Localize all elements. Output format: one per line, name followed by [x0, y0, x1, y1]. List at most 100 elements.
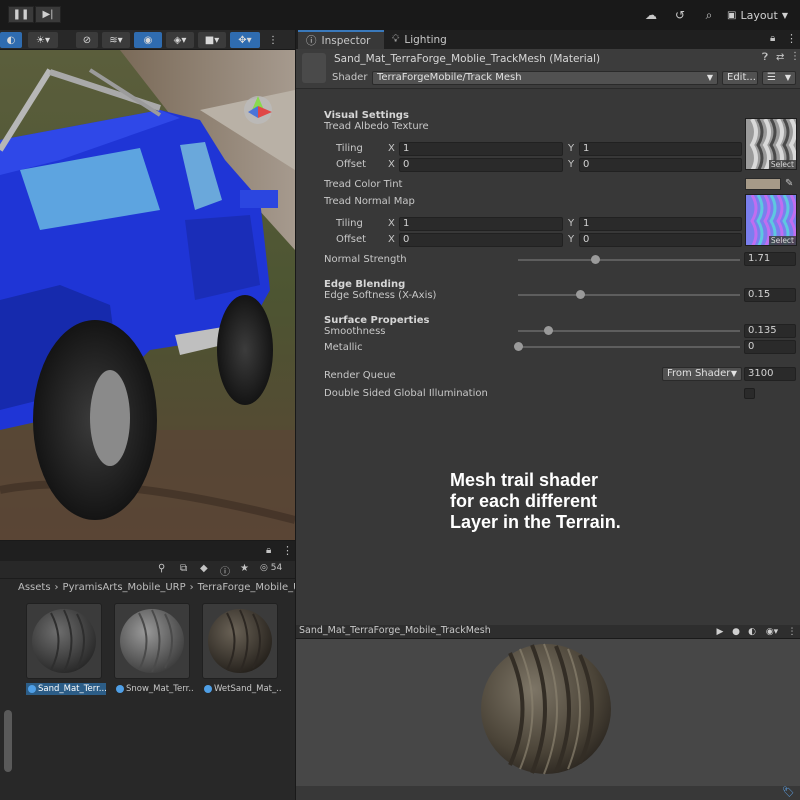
hidden-count[interactable]: ◎ 54 — [260, 563, 282, 573]
help-icon[interactable]: ❓︎ — [762, 52, 768, 63]
effects-icon: ◈▾ — [173, 34, 187, 46]
tint-color-swatch[interactable] — [745, 178, 781, 190]
history-button[interactable]: ↺ — [672, 7, 688, 23]
breadcrumb-item[interactable]: TerraForge_Mobile_UR — [198, 582, 295, 593]
search-type-icon[interactable]: ⧉ — [180, 563, 187, 574]
asset-tile[interactable]: Snow_Mat_Terr... — [114, 603, 194, 695]
asset-tile[interactable]: WetSand_Mat_... — [202, 603, 282, 695]
light-button[interactable]: ☀▾ — [28, 32, 58, 48]
step-button[interactable]: ▶| — [35, 6, 61, 23]
edge-softness-label: Edge Softness (X-Axis) — [324, 290, 437, 301]
x-label: X — [388, 234, 395, 245]
double-sided-gi-checkbox[interactable] — [744, 388, 755, 399]
slider-knob[interactable] — [590, 255, 600, 264]
scene-viewport[interactable] — [0, 50, 295, 540]
smoothness-field[interactable]: 0.135 — [744, 324, 796, 338]
normal-strength-slider[interactable] — [518, 259, 740, 261]
inspector-panel: ⓘ Inspector 💡︎ Lighting 🔒︎ ⋮ Sand_Mat_Te… — [296, 30, 800, 625]
layout-dropdown[interactable]: ▣ Layout ▼ — [727, 6, 788, 24]
edit-shader-button[interactable]: Edit... — [722, 71, 758, 85]
tab-inspector[interactable]: ⓘ Inspector — [298, 30, 384, 49]
albedo-offset-x-field[interactable]: 0 — [399, 158, 563, 172]
kebab-icon[interactable]: ⋮ — [786, 32, 797, 45]
y-label: Y — [568, 218, 575, 229]
preset-icon[interactable]: ⇄ — [776, 52, 784, 63]
shader-dropdown[interactable]: TerraForgeMobile/Track Mesh ▼ — [372, 71, 718, 85]
hidden-count-value: 54 — [270, 563, 283, 573]
warning-icon[interactable]: ⓘ — [220, 563, 230, 578]
normal-strength-field[interactable]: 1.71 — [744, 252, 796, 266]
shader-menu-button[interactable]: ☰ ▼ — [762, 71, 796, 85]
section-edge-blending: Edge Blending — [324, 279, 406, 290]
preview-toolbar: Sand_Mat_TerraForge_Mobile_TrackMesh ▶ ●… — [296, 625, 800, 639]
effects-button[interactable]: ◈▾ — [166, 32, 194, 48]
metallic-slider[interactable] — [518, 346, 740, 348]
project-tabbar: 🔒︎ ⋮ — [0, 541, 295, 561]
breadcrumb-item[interactable]: PyramisArts_Mobile_URP — [63, 582, 186, 593]
sphere-icon[interactable]: ● — [730, 626, 742, 638]
project-scrollbar[interactable] — [4, 710, 12, 772]
scene-more-button[interactable]: ⋮ — [266, 32, 280, 48]
material-preview-sphere[interactable] — [480, 643, 612, 775]
layers-button[interactable]: ≋▾ — [102, 32, 130, 48]
cloud-button[interactable]: ☁ — [643, 7, 659, 23]
tread-albedo-label: Tread Albedo Texture — [324, 121, 429, 132]
orbit-button[interactable]: ◐ — [0, 32, 22, 48]
breadcrumb-item[interactable]: Assets — [18, 582, 51, 593]
render-queue-dropdown[interactable]: From Shader ▼ — [662, 367, 742, 381]
play-icon[interactable]: ▶ — [714, 626, 726, 638]
normal-offset-y-field[interactable]: 0 — [579, 233, 742, 247]
pause-button[interactable]: ❚❚ — [8, 6, 34, 23]
edge-softness-field[interactable]: 0.15 — [744, 288, 796, 302]
layout-icon: ▣ — [727, 9, 737, 21]
scene-panel: ◐ ☀▾ ⊘ ≋▾ ◉ ◈▾ ■▾ ✥▾ ⋮ — [0, 30, 295, 540]
normal-texture-slot[interactable]: Select — [745, 194, 797, 246]
chevron-right-icon: › — [54, 582, 59, 593]
asset-thumbnail — [114, 603, 190, 679]
normal-tiling-x-field[interactable]: 1 — [399, 217, 563, 231]
visibility-button[interactable]: ◉ — [134, 32, 162, 48]
tab-label: Inspector — [321, 34, 371, 47]
tab-lighting[interactable]: 💡︎ Lighting — [384, 30, 464, 49]
material-icon — [204, 685, 212, 693]
render-queue-field[interactable]: 3100 — [744, 367, 796, 381]
eyedropper-icon[interactable]: ✎ — [785, 178, 793, 189]
layout-label: Layout — [740, 8, 778, 22]
draw-mode-button[interactable]: ⊘ — [76, 32, 98, 48]
metallic-label: Metallic — [324, 342, 363, 353]
metallic-field[interactable]: 0 — [744, 340, 796, 354]
search-button[interactable]: ⌕ — [701, 7, 717, 23]
tag-icon[interactable]: 🏷︎ — [782, 787, 795, 798]
preview-panel: Sand_Mat_TerraForge_Mobile_TrackMesh ▶ ●… — [296, 625, 800, 800]
lock-icon[interactable]: 🔒︎ — [266, 545, 271, 556]
albedo-tiling-x-field[interactable]: 1 — [399, 142, 563, 156]
search-icon: ⌕ — [705, 7, 713, 22]
asset-thumbnail — [26, 603, 102, 679]
kebab-icon[interactable]: ⋮ — [786, 626, 798, 638]
tread-color-tint-label: Tread Color Tint — [324, 179, 403, 190]
camera-button[interactable]: ■▾ — [198, 32, 226, 48]
gizmo-button[interactable]: ✥▾ — [230, 32, 260, 48]
albedo-offset-y-field[interactable]: 0 — [579, 158, 742, 172]
filter-icon[interactable]: ⚲ — [158, 563, 165, 574]
normal-offset-x-field[interactable]: 0 — [399, 233, 563, 247]
normal-tiling-y-field[interactable]: 1 — [579, 217, 742, 231]
edge-softness-slider[interactable] — [518, 294, 740, 296]
label-icon[interactable]: ◆ — [200, 563, 208, 574]
mesh-select-icon[interactable]: ◉▾ — [762, 626, 782, 638]
status-bar: 🏷︎ — [296, 786, 800, 800]
slider-knob[interactable] — [514, 342, 523, 351]
albedo-texture-slot[interactable]: Select — [745, 118, 797, 170]
slider-knob[interactable] — [576, 290, 586, 299]
albedo-tiling-y-field[interactable]: 1 — [579, 142, 742, 156]
lock-icon[interactable]: 🔒︎ — [770, 33, 775, 44]
double-sided-gi-label: Double Sided Global Illumination — [324, 388, 488, 399]
kebab-icon[interactable]: ⋮ — [282, 544, 293, 557]
chevron-down-icon: ▼ — [706, 73, 713, 82]
orbit-icon: ◐ — [6, 34, 16, 46]
kebab-icon[interactable]: ⋮ — [790, 51, 800, 62]
asset-tile[interactable]: Sand_Mat_Terr... — [26, 603, 106, 695]
lighting-icon[interactable]: ◐ — [746, 626, 758, 638]
slider-knob[interactable] — [543, 326, 553, 335]
favorite-icon[interactable]: ★ — [240, 563, 249, 574]
